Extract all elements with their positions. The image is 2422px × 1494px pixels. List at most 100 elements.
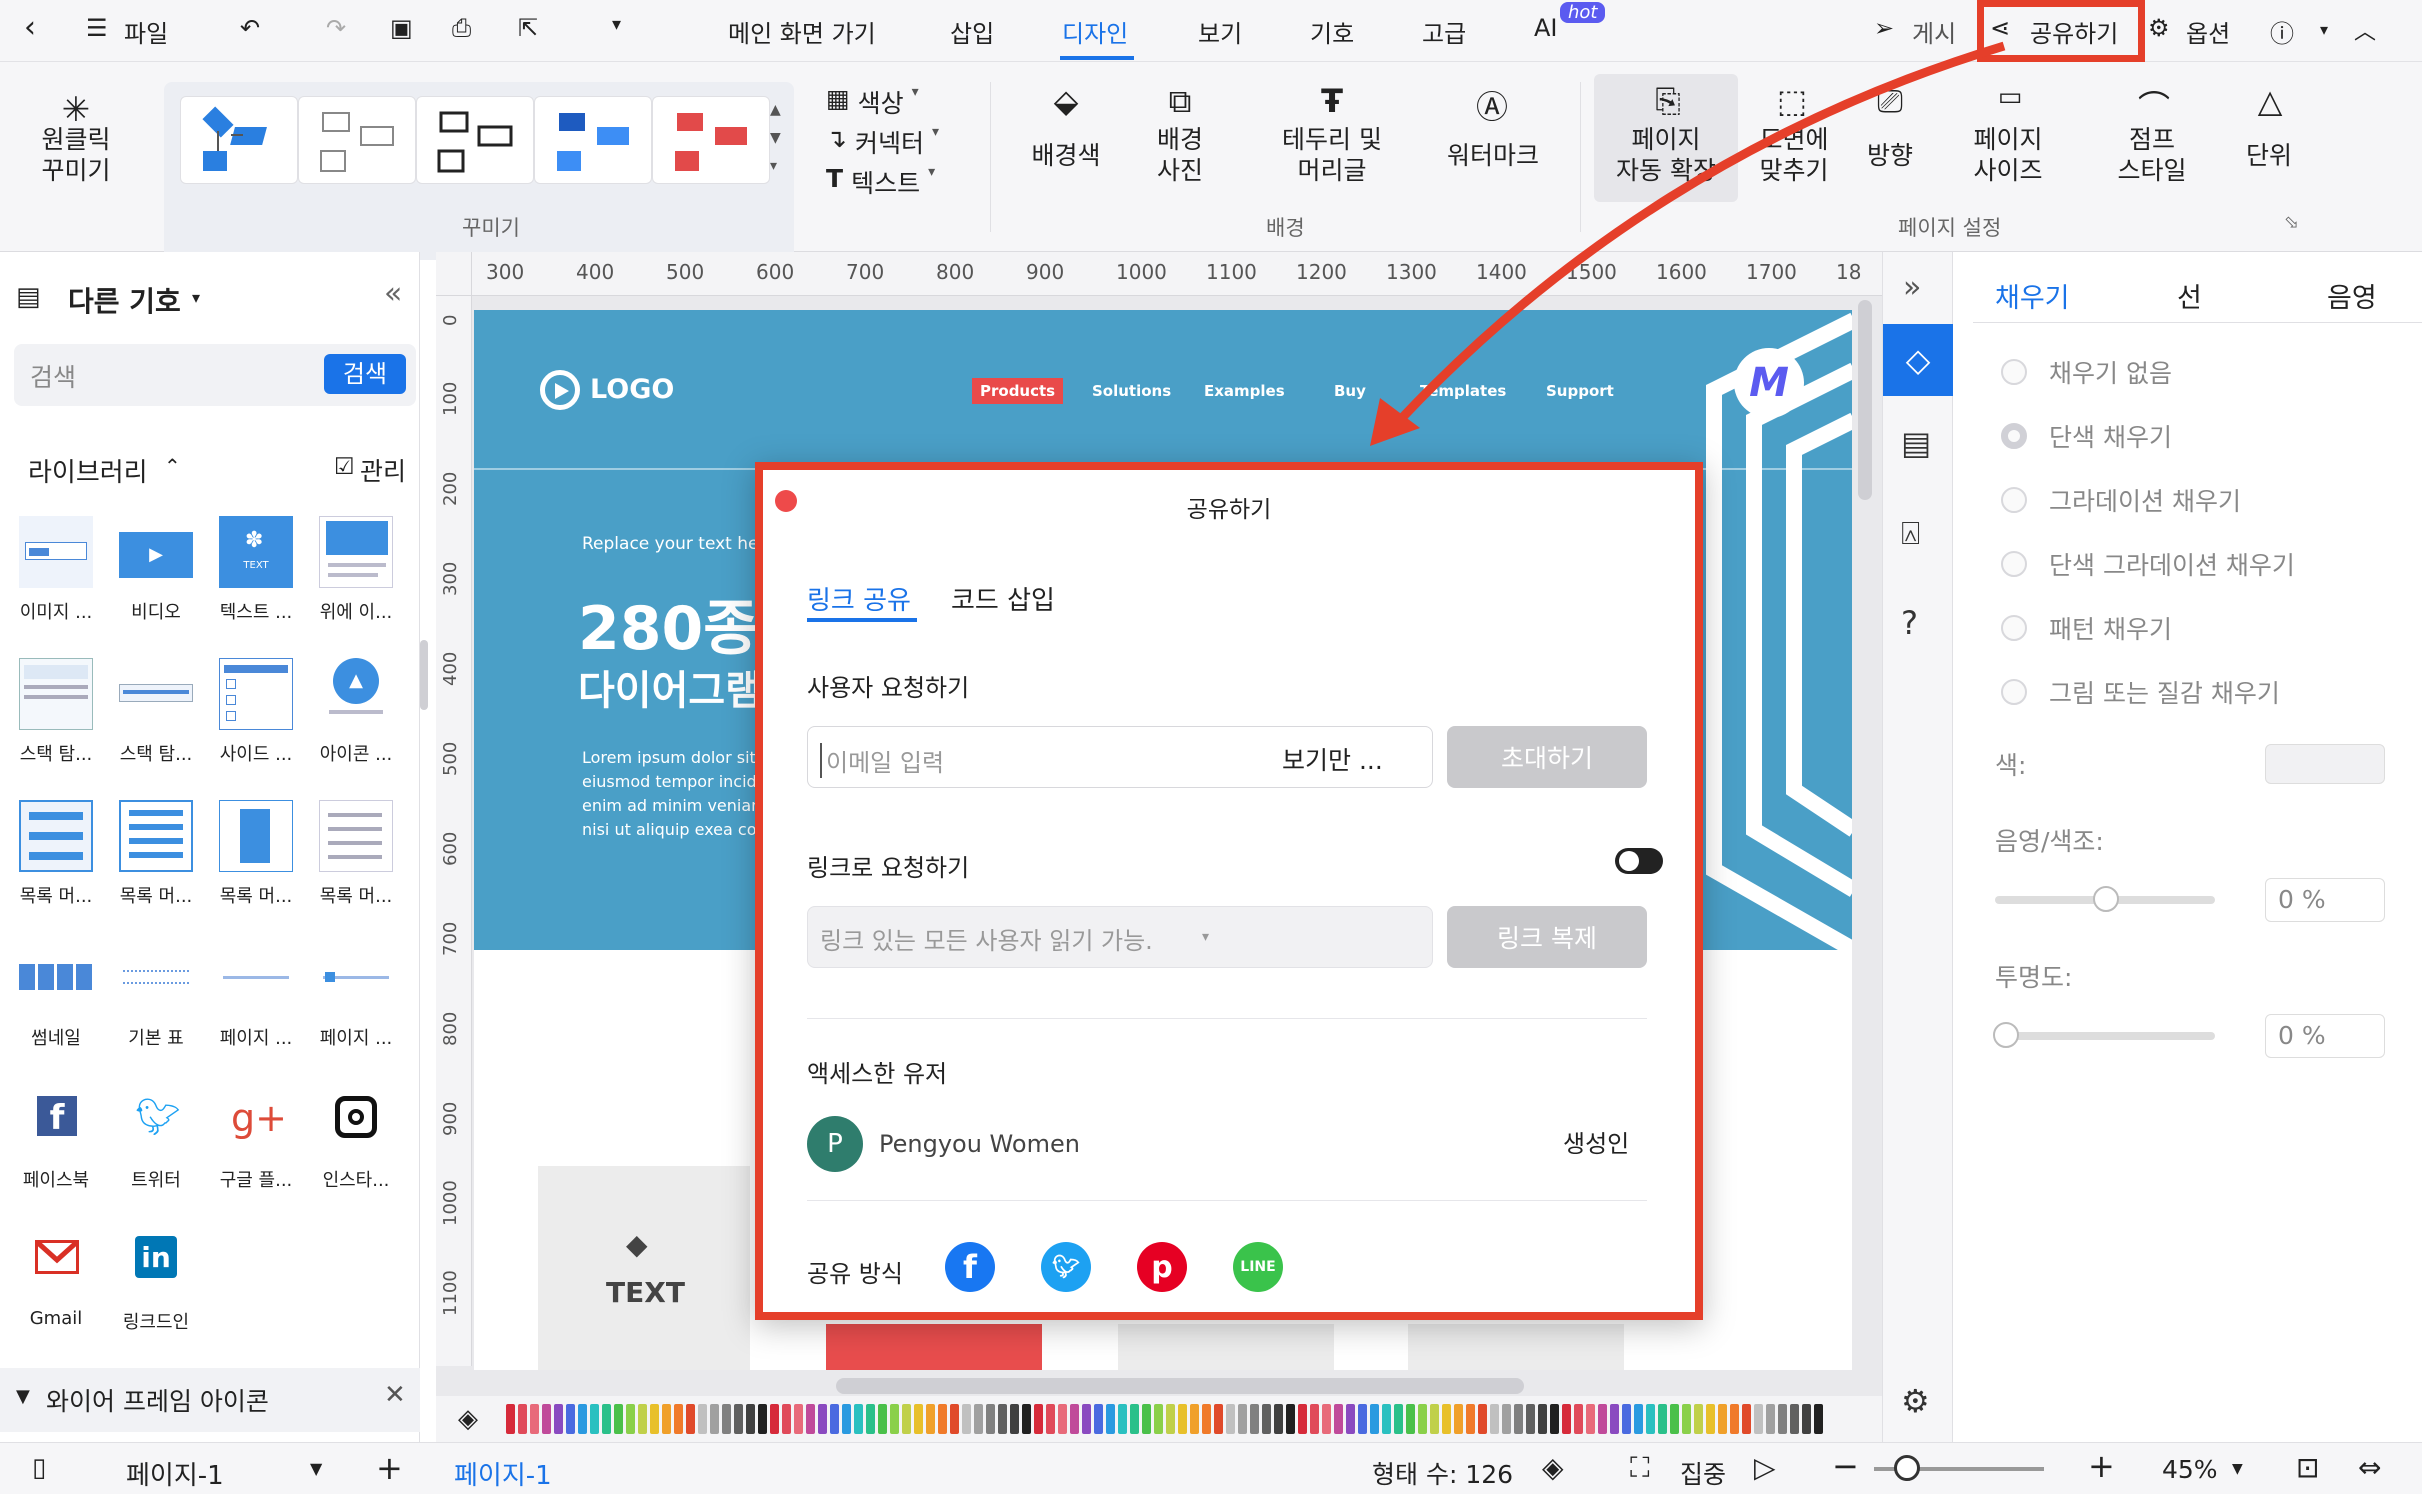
dialog-launcher-icon[interactable]: ⬂ [2284, 212, 2299, 233]
palette-swatch[interactable] [1754, 1404, 1763, 1434]
zoom-in-icon[interactable]: + [2088, 1447, 2115, 1485]
feature-card[interactable]: ◆ TEXT [538, 1166, 750, 1370]
library-item[interactable]: 페이지 ... [308, 942, 404, 1050]
transparency-slider-handle[interactable] [1993, 1022, 2019, 1048]
layers-icon[interactable]: ◈ [1542, 1451, 1564, 1484]
line-share-icon[interactable]: LINE [1233, 1242, 1283, 1292]
palette-swatch[interactable] [1010, 1404, 1019, 1434]
palette-swatch[interactable] [1034, 1404, 1043, 1434]
page-tab-active[interactable]: 페이지-1 [454, 1455, 552, 1492]
palette-swatch[interactable] [1154, 1404, 1163, 1434]
palette-swatch[interactable] [662, 1404, 671, 1434]
theme-option-3[interactable] [416, 96, 534, 184]
autoexpand-button[interactable]: 페이지 자동 확장 [1604, 124, 1728, 186]
palette-swatch[interactable] [602, 1404, 611, 1434]
zoom-dropdown-icon[interactable]: ▼ [2232, 1461, 2243, 1477]
theme-option-1[interactable] [180, 96, 298, 184]
library-item[interactable]: f 페이스북 [8, 1084, 104, 1192]
library-item[interactable]: 인스타... [308, 1084, 404, 1192]
palette-swatch[interactable] [734, 1404, 743, 1434]
menu-view[interactable]: 보기 [1198, 14, 1242, 49]
theme-option-2[interactable] [298, 96, 416, 184]
menu-home[interactable]: 메인 화면 가기 [728, 14, 876, 49]
collapse-panel-icon[interactable]: « [384, 276, 402, 311]
library-heading[interactable]: 라이브러리 [28, 452, 148, 489]
palette-swatch[interactable] [1634, 1404, 1643, 1434]
collapse-ribbon-icon[interactable]: ︿ [2354, 14, 2376, 46]
option-pattern-fill[interactable]: 패턴 채우기 [2001, 610, 2172, 646]
palette-swatch[interactable] [1682, 1404, 1691, 1434]
palette-swatch[interactable] [1610, 1404, 1619, 1434]
palette-swatch[interactable] [530, 1404, 539, 1434]
palette-swatch[interactable] [1814, 1404, 1823, 1434]
focus-mode[interactable]: 집중 [1680, 1455, 1726, 1491]
radio[interactable] [2001, 679, 2027, 705]
palette-swatch[interactable] [1106, 1404, 1115, 1434]
library-item[interactable]: 썸네일 [8, 942, 104, 1050]
palette-swatch[interactable] [1142, 1404, 1151, 1434]
bgcolor-button[interactable]: 배경색 [1018, 140, 1114, 171]
palette-swatch[interactable] [998, 1404, 1007, 1434]
palette-swatch[interactable] [794, 1404, 803, 1434]
palette-swatch[interactable] [1502, 1404, 1511, 1434]
file-menu[interactable]: 파일 [124, 14, 168, 49]
palette-swatch[interactable] [698, 1404, 707, 1434]
nav-examples[interactable]: Examples [1204, 382, 1285, 400]
orientation-button[interactable]: 방향 [1856, 140, 1924, 171]
library-item[interactable]: g+ 구글 플... [208, 1084, 304, 1192]
settings-gear-icon[interactable]: ⚙ [1901, 1382, 1930, 1420]
zoom-level[interactable]: 45% [2162, 1455, 2218, 1484]
fit-to-drawing-button[interactable]: 도면에 맞추기 [1746, 124, 1842, 186]
library-item[interactable]: 스택 탐... [8, 658, 104, 766]
email-field[interactable]: 이메일 입력 보기만 ... [807, 726, 1433, 788]
palette-swatch[interactable] [1238, 1404, 1247, 1434]
palette-swatch[interactable] [554, 1404, 563, 1434]
option-picture-fill[interactable]: 그림 또는 질감 채우기 [2001, 674, 2280, 710]
print-icon[interactable]: ⎙ [452, 14, 471, 42]
palette-swatch[interactable] [1670, 1404, 1679, 1434]
library-item[interactable]: 목록 머... [208, 800, 304, 908]
palette-swatch[interactable] [1190, 1404, 1199, 1434]
palette-swatch[interactable] [578, 1404, 587, 1434]
palette-swatch[interactable] [902, 1404, 911, 1434]
border-header-button[interactable]: 테두리 및 머리글 [1262, 124, 1402, 186]
page-dropdown-icon[interactable]: ▼ [310, 1459, 322, 1478]
palette-swatch[interactable] [830, 1404, 839, 1434]
palette-swatch[interactable] [1310, 1404, 1319, 1434]
gear-icon[interactable]: ⚙ [2148, 14, 2170, 42]
palette-swatch[interactable] [518, 1404, 527, 1434]
panel-title[interactable]: 다른 기호 [68, 280, 181, 320]
invite-button[interactable]: 초대하기 [1447, 726, 1647, 788]
palette-swatch[interactable] [1394, 1404, 1403, 1434]
option-no-fill[interactable]: 채우기 없음 [2001, 354, 2172, 390]
palette-swatch[interactable] [1790, 1404, 1799, 1434]
transparency-slider[interactable] [1995, 1032, 2215, 1040]
palette-swatch[interactable] [1514, 1404, 1523, 1434]
palette-swatch[interactable] [890, 1404, 899, 1434]
menu-ai[interactable]: AI [1534, 14, 1558, 42]
palette-swatch[interactable] [974, 1404, 983, 1434]
canvas-vertical-scrollbar[interactable] [1858, 300, 1872, 500]
palette-swatch[interactable] [650, 1404, 659, 1434]
palette-swatch[interactable] [770, 1404, 779, 1434]
palette-swatch[interactable] [1214, 1404, 1223, 1434]
tab-share-link[interactable]: 링크 공유 [807, 580, 911, 617]
palette-swatch[interactable] [1022, 1404, 1031, 1434]
help-icon[interactable]: ⓘ [2270, 14, 2294, 49]
palette-swatch[interactable] [1130, 1404, 1139, 1434]
oneclick-decorate-button[interactable]: 원클릭 꾸미기 [24, 124, 128, 186]
play-icon[interactable]: ▷ [1754, 1451, 1776, 1484]
palette-swatch[interactable] [866, 1404, 875, 1434]
radio[interactable] [2001, 423, 2027, 449]
palette-swatch[interactable] [1058, 1404, 1067, 1434]
permission-dropdown[interactable]: 보기만 ... [1282, 741, 1383, 777]
tab-embed-code[interactable]: 코드 삽입 [951, 580, 1055, 617]
palette-swatch[interactable] [1622, 1404, 1631, 1434]
palette-swatch[interactable] [1526, 1404, 1535, 1434]
page-properties-icon[interactable]: ▤ [1901, 424, 1931, 462]
nav-solutions[interactable]: Solutions [1092, 382, 1171, 400]
palette-swatch[interactable] [878, 1404, 887, 1434]
watermark-button[interactable]: 워터마크 [1436, 140, 1550, 171]
pagesize-button[interactable]: 페이지 사이즈 [1956, 124, 2060, 186]
palette-swatch[interactable] [1178, 1404, 1187, 1434]
